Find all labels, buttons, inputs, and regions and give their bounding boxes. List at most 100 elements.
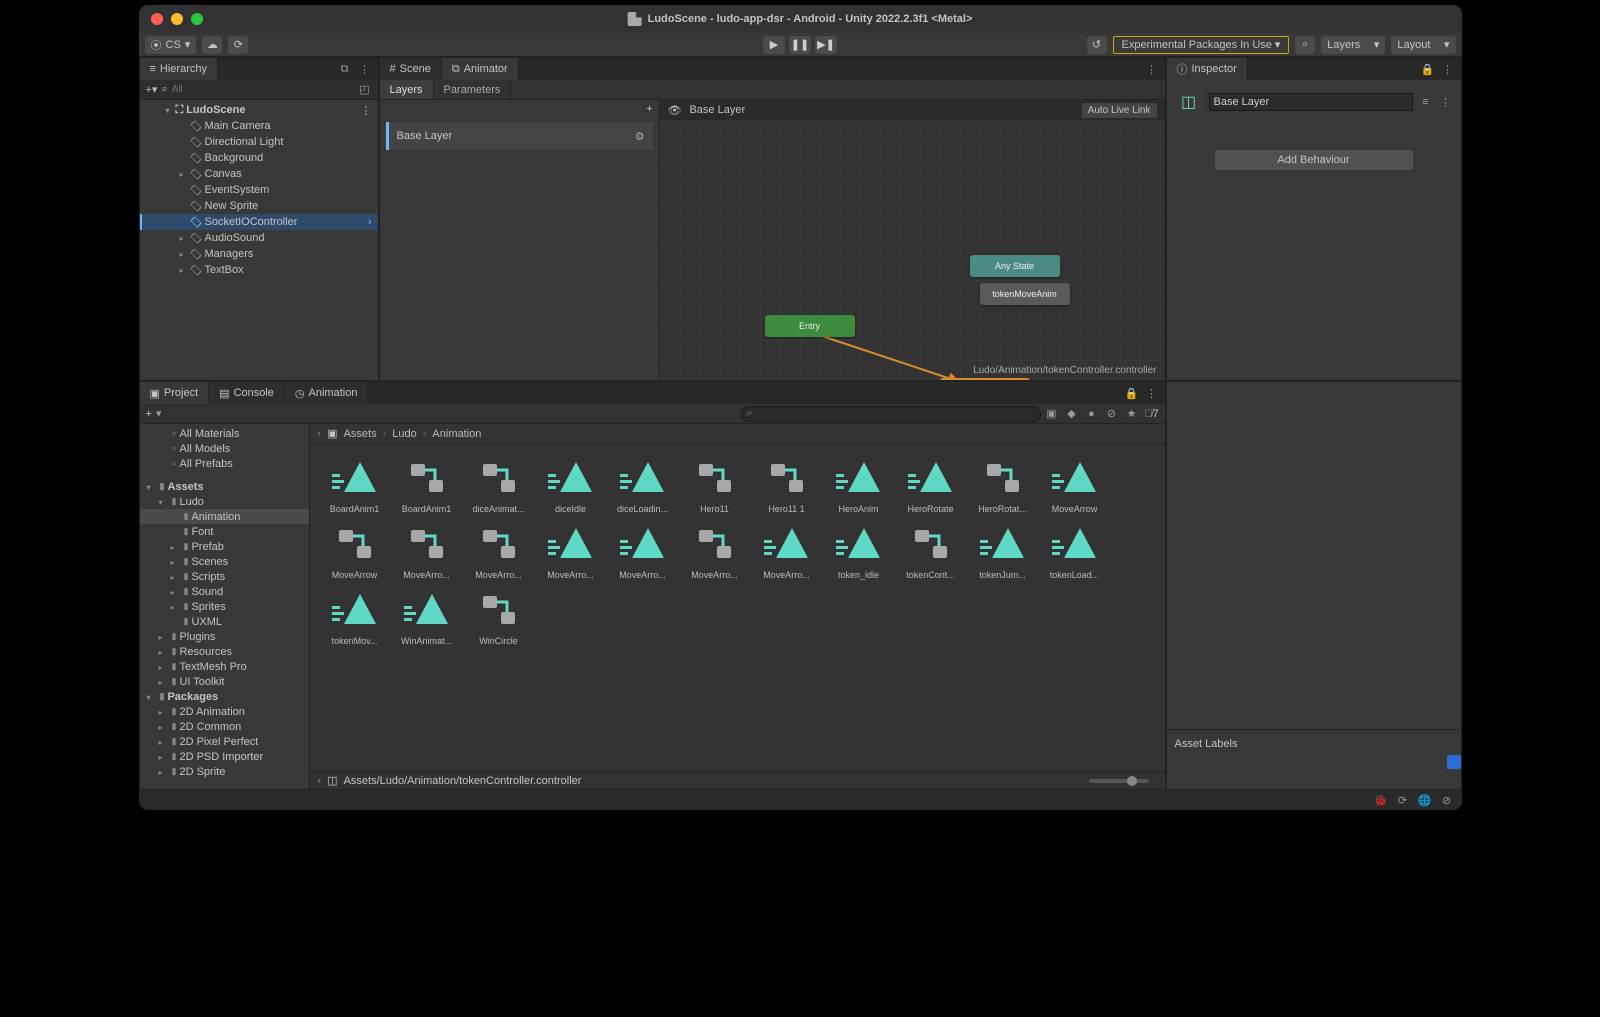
global-search-button[interactable]: ⌕ [1295,36,1315,54]
hierarchy-item[interactable]: ▾⛶LudoScene⋮ [140,102,378,118]
asset-item[interactable]: tokenMov... [320,586,390,646]
asset-item[interactable]: tokenLoad... [1040,520,1110,580]
hierarchy-item[interactable]: SocketIOController› [140,214,378,230]
tab-project[interactable]: ▣Project [140,382,210,404]
pause-button[interactable]: ❚❚ [789,36,811,54]
account-dropdown[interactable]: ⦿ CS ▾ [145,36,197,54]
tab-animation[interactable]: ◷Animation [285,382,369,404]
add-button[interactable]: +▾ [146,83,158,96]
asset-item[interactable]: tokenCont... [896,520,966,580]
lock-icon[interactable]: 🔒 [1421,62,1435,76]
sliders-icon[interactable]: ≡ [1419,95,1433,109]
asset-item[interactable]: MoveArro... [536,520,606,580]
more-icon[interactable]: ⋮ [1145,386,1159,400]
hierarchy-item[interactable]: EventSystem [140,182,378,198]
tab-inspector[interactable]: ⓘInspector [1167,58,1248,80]
tab-console[interactable]: ▤Console [209,382,285,404]
gear-icon[interactable]: ⚙ [635,130,645,143]
popout-icon[interactable]: ⧉ [338,62,352,76]
crumb[interactable]: Assets [344,428,377,440]
project-tree-item[interactable]: ▮ 2D Sprite [140,764,309,779]
eye-icon[interactable]: 👁 [668,104,682,117]
project-tree-item[interactable]: ▮ Plugins [140,629,309,644]
animator-layer-item[interactable]: Base Layer ⚙ [386,122,653,150]
filter-by-type-icon[interactable]: ▣ [1045,407,1059,421]
hierarchy-item[interactable]: Directional Light [140,134,378,150]
tab-hierarchy[interactable]: ≡ Hierarchy [140,58,219,80]
project-tree-item[interactable]: ▮ UI Toolkit [140,674,309,689]
node-default-state[interactable]: token_idle [940,378,1030,380]
version-control-button[interactable]: ⟳ [228,36,248,54]
project-asset-grid[interactable]: BoardAnim1BoardAnim1diceAnimat...diceIdl… [310,444,1165,771]
project-tree-item[interactable]: ▮ UXML [140,614,309,629]
step-button[interactable]: ▶❚ [815,36,837,54]
project-search-input[interactable] [741,406,1041,422]
error-icon[interactable]: ⊘ [1105,407,1119,421]
project-tree-item[interactable]: ▮ Animation [140,509,309,524]
project-tree-item[interactable]: ▮ Scripts [140,569,309,584]
crumb[interactable]: Ludo [392,428,416,440]
project-tree-item[interactable]: ⌕ All Models [140,441,309,456]
asset-item[interactable]: Hero11 [680,454,750,514]
asset-item[interactable]: token_idle [824,520,894,580]
asset-item[interactable]: HeroRotate [896,454,966,514]
tab-animator[interactable]: ⧉Animator [442,58,519,80]
hierarchy-item[interactable]: New Sprite [140,198,378,214]
project-tree-item[interactable]: ▮ Prefab [140,539,309,554]
asset-item[interactable]: MoveArro... [464,520,534,580]
project-tree-item[interactable]: ▮ Packages [140,689,309,704]
asset-item[interactable]: HeroRotat... [968,454,1038,514]
save-search-icon[interactable]: ● [1085,407,1099,421]
node-state[interactable]: tokenMoveAnim [980,283,1070,305]
project-tree-item[interactable]: ▮ Sprites [140,599,309,614]
asset-item[interactable]: WinAnimat... [392,586,462,646]
asset-item[interactable]: MoveArro... [608,520,678,580]
tab-scene[interactable]: #Scene [380,58,442,80]
animator-breadcrumb[interactable]: Base Layer [689,104,745,116]
scene-picker-icon[interactable]: ◰ [358,83,372,97]
hierarchy-item[interactable]: ▸AudioSound [140,230,378,246]
subtab-parameters[interactable]: Parameters [434,80,512,99]
project-tree-item[interactable]: ▮ Scenes [140,554,309,569]
asset-item[interactable]: BoardAnim1 [320,454,390,514]
project-tree-item[interactable]: ▮ Assets [140,479,309,494]
hidden-toggle[interactable]: 👁̸7 [1145,407,1159,421]
asset-item[interactable]: MoveArrow [1040,454,1110,514]
cache-icon[interactable]: ⟳ [1396,793,1410,807]
add-behaviour-button[interactable]: Add Behaviour [1215,150,1413,170]
project-tree-item[interactable]: ▮ Sound [140,584,309,599]
more-icon[interactable]: ⋮ [1439,95,1453,109]
project-tree-item[interactable]: ▮ Resources [140,644,309,659]
asset-item[interactable]: diceAnimat... [464,454,534,514]
asset-item[interactable]: tokenJum... [968,520,1038,580]
back-icon[interactable]: ‹ [318,428,322,440]
minimize-window-button[interactable] [171,13,183,25]
asset-item[interactable]: Hero11 1 [752,454,822,514]
asset-item[interactable]: diceIdle [536,454,606,514]
label-tag-icon[interactable] [1447,755,1461,769]
create-button[interactable]: + [146,408,152,420]
filter-by-label-icon[interactable]: ◆ [1065,407,1079,421]
asset-item[interactable]: HeroAnim [824,454,894,514]
asset-item[interactable]: MoveArro... [680,520,750,580]
check-icon[interactable]: ⊘ [1440,793,1454,807]
play-button[interactable]: ▶ [763,36,785,54]
maximize-window-button[interactable] [191,13,203,25]
node-any-state[interactable]: Any State [970,255,1060,277]
layout-dropdown[interactable]: Layout ▾ [1391,36,1455,54]
hierarchy-tree[interactable]: ▾⛶LudoScene⋮Main CameraDirectional Light… [140,100,378,380]
project-tree-item[interactable]: ⌕ All Prefabs [140,456,309,471]
project-tree-item[interactable]: ▮ 2D Common [140,719,309,734]
project-tree-item[interactable]: ▮ 2D Pixel Perfect [140,734,309,749]
node-entry[interactable]: Entry [765,315,855,337]
undo-history-button[interactable]: ↺ [1087,36,1107,54]
hierarchy-item[interactable]: Main Camera [140,118,378,134]
project-tree[interactable]: ⌕ All Materials⌕ All Models⌕ All Prefabs… [140,424,310,789]
project-tree-item[interactable]: ⌕ All Materials [140,426,309,441]
asset-item[interactable]: diceLoadin... [608,454,678,514]
more-icon[interactable]: ⋮ [1145,62,1159,76]
hierarchy-item[interactable]: Background [140,150,378,166]
project-tree-item[interactable]: ▮ Font [140,524,309,539]
experimental-packages-button[interactable]: Experimental Packages In Use ▾ [1113,36,1290,54]
cloud-button[interactable]: ☁ [202,36,222,54]
